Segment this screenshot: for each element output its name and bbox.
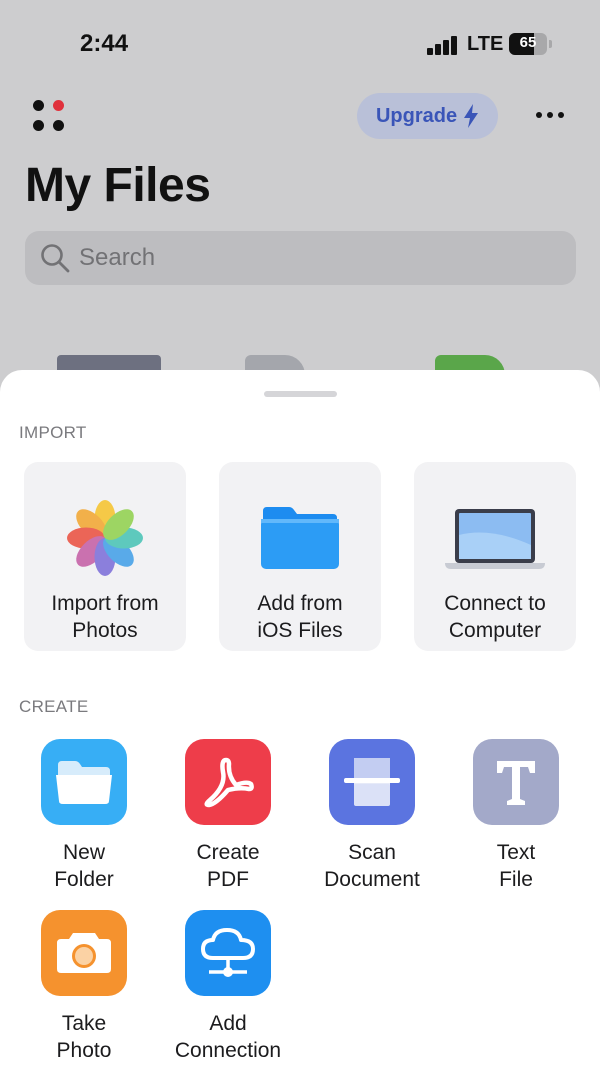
laptop-icon bbox=[445, 509, 545, 569]
lightning-bolt-icon bbox=[464, 104, 479, 128]
add-sheet: IMPORT Import from Photos Add from iOS F… bbox=[0, 370, 600, 1083]
app-logo-icon[interactable] bbox=[33, 100, 65, 132]
camera-icon bbox=[57, 933, 111, 973]
search-placeholder: Search bbox=[79, 244, 156, 271]
create-icon-tile bbox=[473, 739, 559, 825]
network-type: LTE bbox=[467, 33, 504, 55]
scan-document-label: Scan Document bbox=[324, 841, 420, 891]
ios-files-folder-icon bbox=[261, 507, 339, 569]
sheet-grabber[interactable] bbox=[264, 391, 337, 397]
cellular-signal-icon bbox=[427, 35, 459, 55]
add-connection-button[interactable]: Add Connection bbox=[156, 910, 300, 1064]
new-folder-label: New Folder bbox=[54, 841, 114, 891]
take-photo-button[interactable]: Take Photo bbox=[12, 910, 156, 1064]
upgrade-label: Upgrade bbox=[375, 104, 458, 127]
text-file-button[interactable]: Text File bbox=[444, 739, 588, 893]
more-dot-icon bbox=[547, 112, 553, 118]
connect-to-computer-button[interactable]: Connect to Computer bbox=[414, 462, 576, 651]
status-time: 2:44 bbox=[80, 30, 129, 57]
scan-icon bbox=[344, 758, 400, 806]
create-icon-tile bbox=[185, 739, 271, 825]
create-pdf-button[interactable]: Create PDF bbox=[156, 739, 300, 893]
create-icon-tile bbox=[41, 910, 127, 996]
page-title: My Files bbox=[25, 159, 211, 212]
folder-icon bbox=[56, 761, 112, 804]
create-icon-tile bbox=[185, 910, 271, 996]
add-from-ios-files-button[interactable]: Add from iOS Files bbox=[219, 462, 381, 651]
import-from-photos-button[interactable]: Import from Photos bbox=[24, 462, 186, 651]
add-from-ios-files-label: Add from iOS Files bbox=[257, 592, 343, 642]
create-section-header: CREATE bbox=[19, 697, 89, 716]
battery-icon: 65 bbox=[509, 33, 547, 55]
import-from-photos-label: Import from Photos bbox=[51, 592, 159, 642]
text-icon bbox=[497, 761, 535, 805]
create-icon-tile bbox=[41, 739, 127, 825]
connect-to-computer-label: Connect to Computer bbox=[444, 592, 546, 642]
more-dot-icon bbox=[536, 112, 542, 118]
search-input[interactable]: Search bbox=[25, 231, 576, 285]
cloud-network-icon bbox=[201, 928, 255, 977]
create-pdf-label: Create PDF bbox=[196, 841, 260, 891]
scan-document-button[interactable]: Scan Document bbox=[300, 739, 444, 893]
add-connection-label: Add Connection bbox=[174, 1012, 282, 1062]
upgrade-button[interactable]: Upgrade bbox=[357, 93, 498, 139]
battery-nub bbox=[549, 40, 552, 48]
pdf-icon bbox=[204, 757, 254, 808]
create-icon-tile bbox=[329, 739, 415, 825]
battery-percent: 65 bbox=[519, 34, 537, 51]
more-options-button[interactable] bbox=[530, 104, 570, 126]
search-icon bbox=[41, 244, 70, 273]
status-bar: 2:44 LTE 65 bbox=[0, 0, 600, 90]
take-photo-label: Take Photo bbox=[56, 1012, 112, 1062]
import-section-header: IMPORT bbox=[19, 423, 87, 442]
photos-icon bbox=[67, 500, 143, 576]
new-folder-button[interactable]: New Folder bbox=[12, 739, 156, 893]
text-file-label: Text File bbox=[496, 841, 536, 891]
more-dot-icon bbox=[558, 112, 564, 118]
